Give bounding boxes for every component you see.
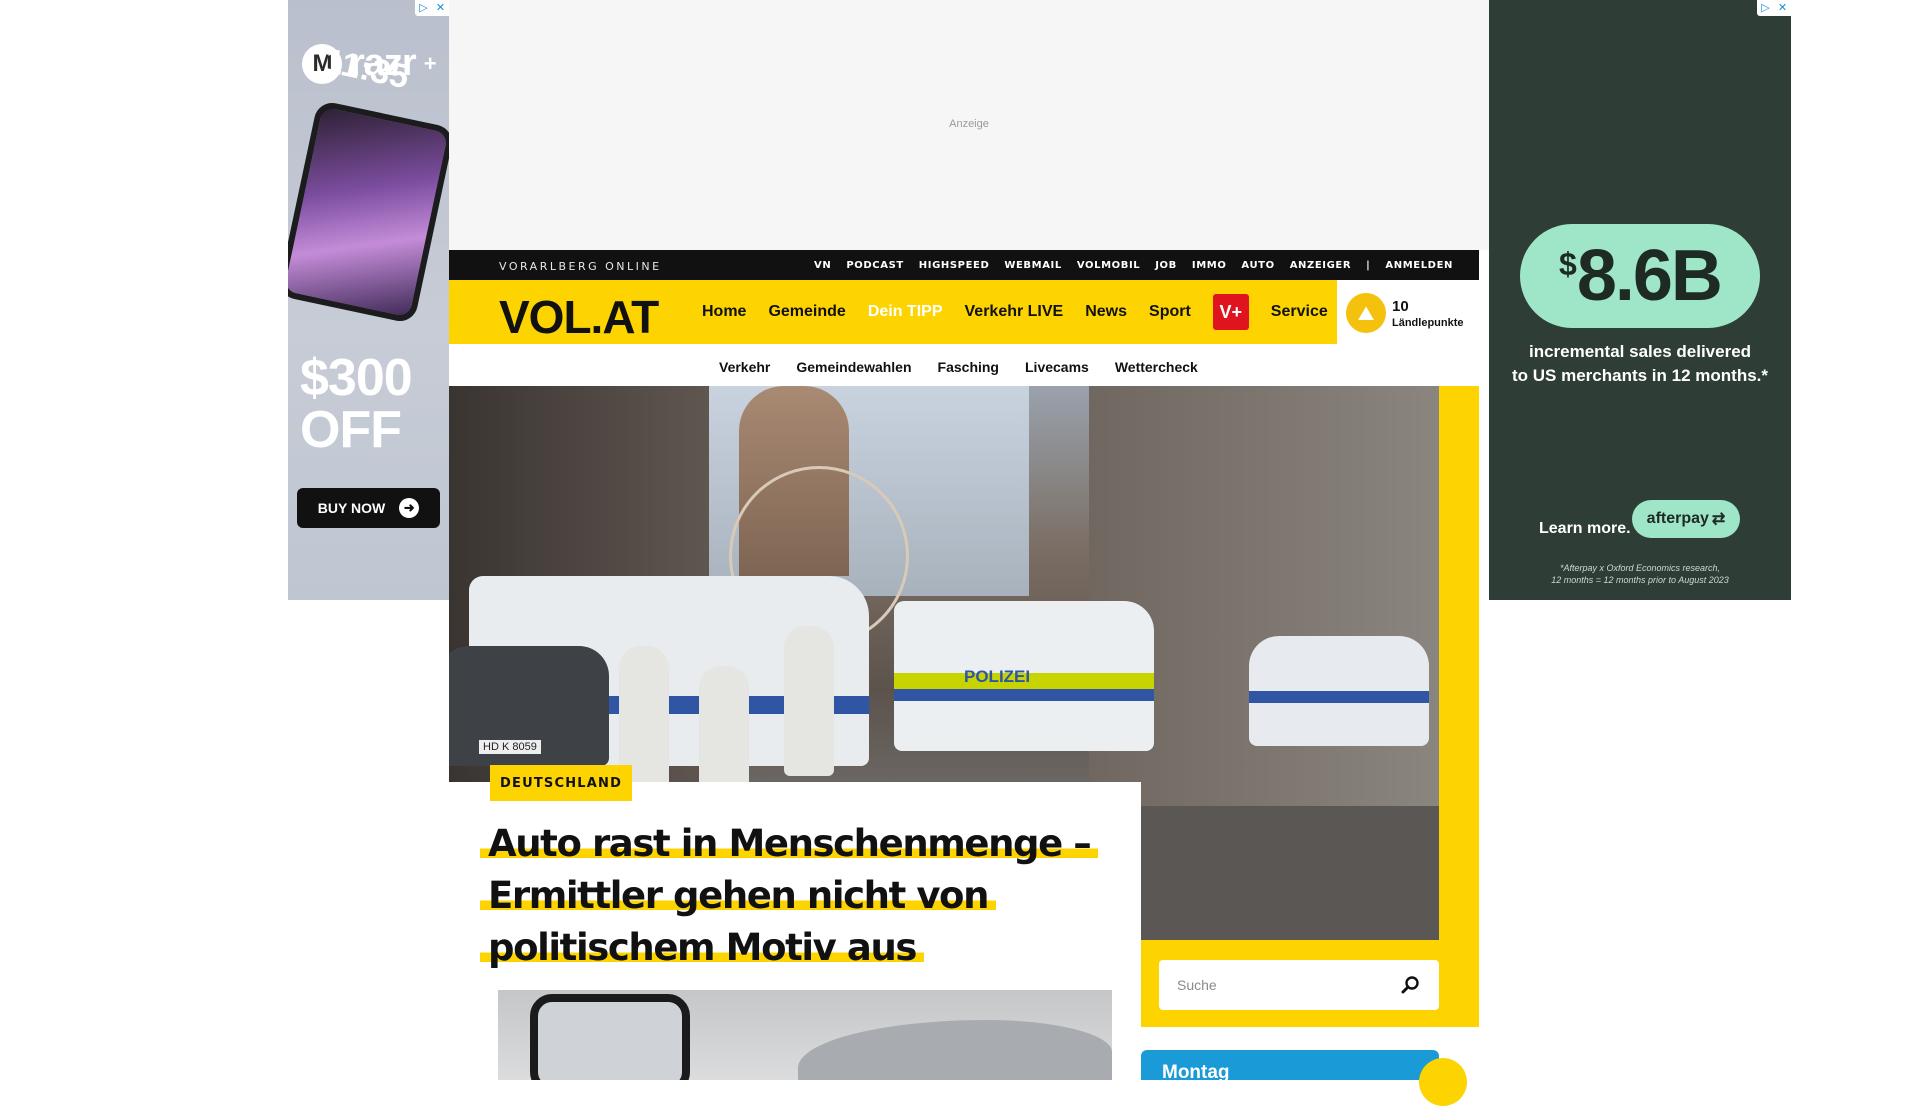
ad-foot-line: 12 months = 12 months prior to August 20… [1551,575,1729,585]
headline-line: Ermittler gehen nicht von [480,874,997,917]
top-link-vn[interactable]: VN [814,260,831,271]
right-skyscraper-ad[interactable]: ▷ ✕ $ 8.6B incremental sales delivered to… [1489,0,1791,600]
afterpay-label: afterpay [1646,510,1709,527]
nav-item-sport[interactable]: Sport [1149,303,1191,321]
adchoices-icon[interactable]: ▷ [1757,0,1774,16]
site-logo[interactable]: VOL.AT [499,290,659,344]
site-name: VORARLBERG ONLINE [499,260,662,273]
article-headline[interactable]: Auto rast in Menschenmenge – Ermittler g… [480,818,1100,974]
search-icon [1401,976,1419,994]
main-nav-items: Home Gemeinde Dein TIPP Verkehr LIVE New… [702,280,1328,344]
search-button[interactable] [1391,968,1429,1002]
laendlepunkte-widget[interactable]: ⛰ 10 Ländlepunkte [1337,280,1479,344]
ad-brand-sup: + [423,50,437,76]
ad-footnote: *Afterpay x Oxford Economics research, 1… [1489,562,1791,586]
vplus-button[interactable]: V+ [1212,294,1249,330]
ad-label: Anzeige [949,118,989,130]
sun-icon [1419,1058,1467,1106]
ad-stat-pill: $ 8.6B [1520,224,1760,328]
ad-description: incremental sales delivered to US mercha… [1489,340,1791,388]
ad-close-icon[interactable]: ✕ [1774,0,1791,16]
top-link-immo[interactable]: IMMO [1192,260,1227,271]
second-article-image[interactable] [498,990,1112,1080]
hero-police-van: POLIZEI [894,601,1154,751]
top-link-auto[interactable]: AUTO [1241,260,1274,271]
buy-now-label: BUY NOW [317,500,386,516]
left-skyscraper-ad[interactable]: ▷ ✕ M razr + 11:35 $300 OFF BUY NOW ➜ [288,0,449,600]
ad-phone-image [288,99,449,325]
subnav-item-fasching[interactable]: Fasching [938,359,999,375]
ad-promo-amount: $300 [300,349,413,407]
hero-car: HD K 8059 [449,646,609,766]
nav-item-gemeinde[interactable]: Gemeinde [768,303,845,321]
sub-nav-items: Verkehr Gemeindewahlen Fasching Livecams… [719,348,1198,386]
hero-car-stripe [1249,691,1429,703]
top-banner-ad: Anzeige [449,0,1489,250]
ad-desc-line: to US merchants in 12 months.* [1512,366,1768,385]
subnav-item-gemeindewahlen[interactable]: Gemeindewahlen [796,359,911,375]
points-label: Ländlepunkte [1392,317,1464,329]
top-link-webmail[interactable]: WEBMAIL [1004,260,1061,271]
ad-foot-line: *Afterpay x Oxford Economics research, [1559,563,1721,573]
adchoices-badge[interactable]: ▷ ✕ [415,0,449,16]
headline-line: Auto rast in Menschenmenge – [480,822,1099,865]
subnav-item-wettercheck[interactable]: Wettercheck [1115,359,1198,375]
subnav-item-verkehr[interactable]: Verkehr [719,359,770,375]
ad-close-icon[interactable]: ✕ [432,0,449,16]
ad-desc-line: incremental sales delivered [1528,342,1752,361]
nav-item-news[interactable]: News [1085,303,1127,321]
sub-nav: Verkehr Gemeindewahlen Fasching Livecams… [449,348,1479,386]
afterpay-button[interactable]: afterpay ⇄ [1632,500,1740,538]
subnav-item-livecams[interactable]: Livecams [1025,359,1089,375]
ad-stat-currency: $ [1559,246,1577,282]
top-bar: VORARLBERG ONLINE VN PODCAST HIGHSPEED W… [449,250,1479,280]
hero-plate: HD K 8059 [479,740,541,754]
hero-van-stripe [894,689,1154,701]
top-link-volmobil[interactable]: VOLMOBIL [1077,260,1140,271]
hero-side-accent [1439,386,1479,940]
hero-figure [784,626,834,776]
buy-now-button[interactable]: BUY NOW ➜ [297,488,440,528]
image-mountain [798,1020,1112,1080]
top-link-job[interactable]: JOB [1155,260,1177,271]
nav-item-home[interactable]: Home [702,303,746,321]
top-link-separator: | [1366,259,1371,271]
login-link[interactable]: ANMELDEN [1385,260,1453,271]
top-link-highspeed[interactable]: HIGHSPEED [919,260,990,271]
hero-police-label: POLIZEI [964,667,1031,686]
mountain-icon: ⛰ [1346,293,1386,333]
nav-item-verkehr-live[interactable]: Verkehr LIVE [965,303,1064,321]
ad-stat-amount: 8.6B [1576,236,1723,316]
adchoices-icon[interactable]: ▷ [415,0,432,16]
headline-line: politischem Motiv aus [480,926,925,969]
weather-day: Montag [1162,1062,1230,1083]
main-nav: VOL.AT Home Gemeinde Dein TIPP Verkehr L… [449,280,1337,344]
top-link-podcast[interactable]: PODCAST [846,260,903,271]
afterpay-arrows-icon: ⇄ [1711,511,1726,528]
weather-widget[interactable]: Montag [1141,1050,1467,1106]
arrow-right-icon: ➜ [399,498,420,518]
ad-promo: $300 OFF [300,349,413,459]
image-phone [530,994,690,1080]
points-value: 10 [1392,298,1409,315]
kicker-label: DEUTSCHLAND [500,775,623,791]
top-link-anzeiger[interactable]: ANZEIGER [1290,260,1351,271]
hero-police-car [1249,636,1429,746]
nav-item-service[interactable]: Service [1271,303,1328,321]
article-kicker[interactable]: DEUTSCHLAND [490,765,633,801]
search-panel [1141,940,1479,1027]
adchoices-badge[interactable]: ▷ ✕ [1757,0,1791,16]
ad-promo-off: OFF [300,401,402,459]
nav-item-dein-tipp[interactable]: Dein TIPP [868,303,943,321]
learn-more-link[interactable]: Learn more. [1539,520,1631,538]
top-links: VN PODCAST HIGHSPEED WEBMAIL VOLMOBIL JO… [814,250,1453,280]
